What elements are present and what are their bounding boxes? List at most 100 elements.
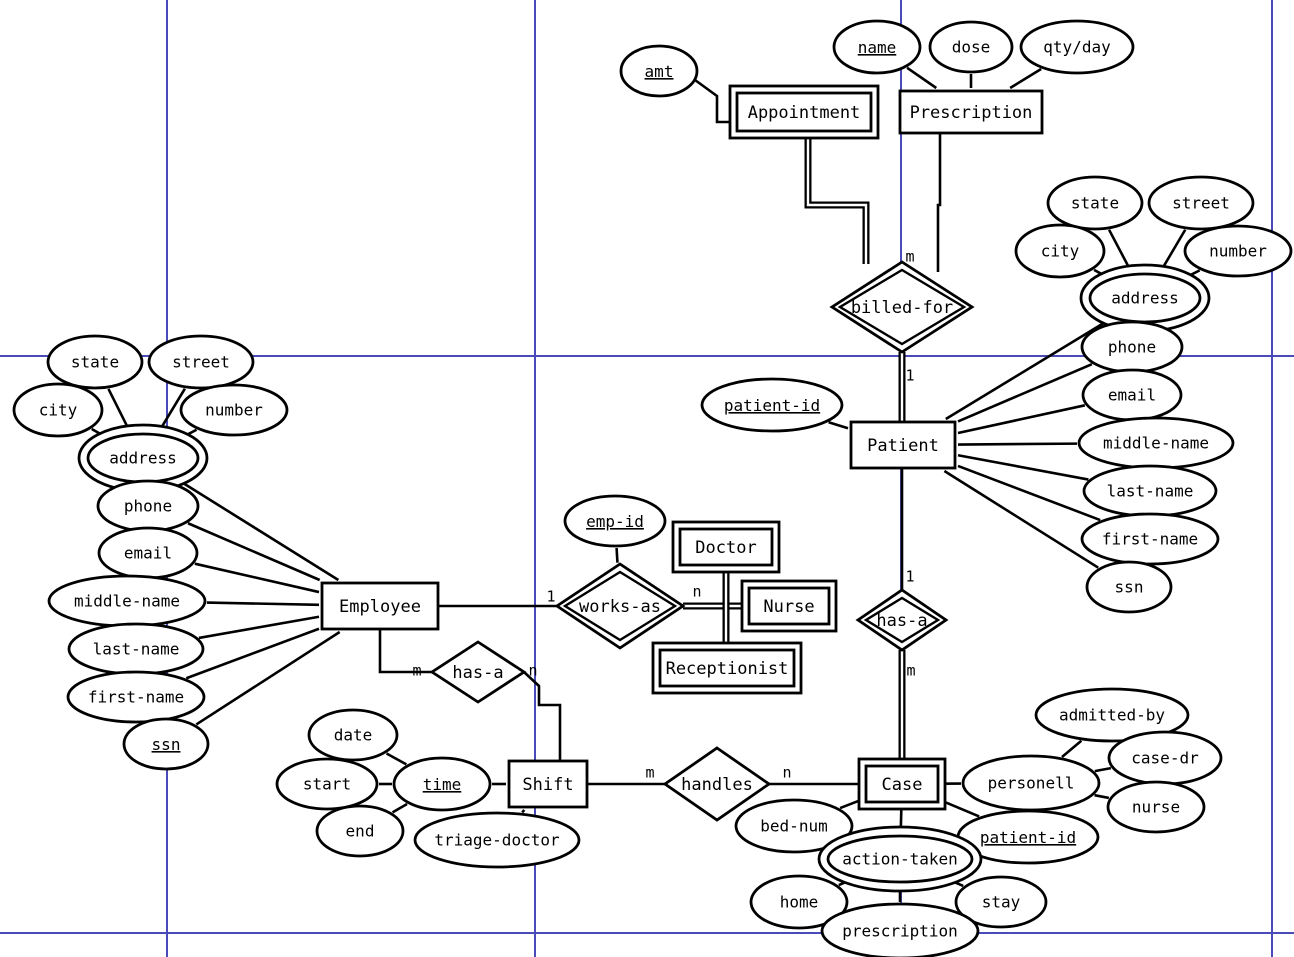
cardinality-has-a-to-shift: n — [528, 662, 537, 680]
label-s-date: date — [334, 726, 373, 745]
er-diagram-svg: billed-forworks-ashas-ahas-ahandlesamtna… — [0, 0, 1294, 957]
attribute-e-ssn[interactable]: ssn — [122, 717, 210, 771]
cardinality-patient-to-has-a: 1 — [905, 568, 914, 586]
attribute-dose[interactable]: dose — [928, 20, 1014, 74]
entity-prescription_e[interactable]: Prescription — [898, 89, 1044, 135]
edge-c-case-dr-to-c-personell — [1094, 766, 1112, 773]
entity-nurse[interactable]: Nurse — [740, 579, 838, 633]
attribute-qty-day[interactable]: qty/day — [1019, 19, 1135, 75]
edge-has-a-to-shift — [523, 671, 562, 761]
entity-patient[interactable]: Patient — [849, 420, 957, 470]
edge-c-nurse-to-c-personell — [1094, 793, 1110, 800]
attribute-s-time[interactable]: time — [392, 756, 492, 812]
edge-emp-id-to-works-as — [615, 547, 619, 563]
label-has-a-patient-case: has-a — [876, 611, 927, 631]
attribute-e-last-name[interactable]: last-name — [67, 622, 205, 676]
label-p-first-name: first-name — [1102, 530, 1198, 549]
edge-p-phone-to-patient — [957, 362, 1093, 423]
attribute-e-middle-name[interactable]: middle-name — [47, 574, 207, 628]
relationship-works-as[interactable]: works-as — [554, 562, 686, 650]
relationship-billed-for[interactable]: billed-for — [829, 260, 975, 354]
relationship-has-a-emp-shift[interactable]: has-a — [429, 640, 527, 704]
label-e-street: street — [172, 353, 230, 372]
label-case: Case — [882, 775, 923, 795]
attribute-s-triage-doctor[interactable]: triage-doctor — [413, 811, 581, 869]
attribute-rx-name[interactable]: name — [832, 19, 922, 75]
attribute-p-state[interactable]: state — [1046, 175, 1144, 231]
attribute-p-middle-name[interactable]: middle-name — [1077, 416, 1235, 470]
relationship-has-a-patient-case[interactable]: has-a — [855, 588, 949, 652]
attribute-amt[interactable]: amt — [619, 44, 699, 98]
label-p-ssn: ssn — [1115, 578, 1144, 597]
label-c-prescription: prescription — [842, 922, 958, 941]
attribute-p-email[interactable]: email — [1081, 368, 1183, 422]
edge-e-phone-to-employee — [187, 522, 321, 582]
label-c-case-dr: case-dr — [1131, 749, 1199, 768]
entity-shift[interactable]: Shift — [507, 759, 589, 809]
cardinality-has-a-to-case: m — [906, 662, 915, 680]
attribute-c-nurse[interactable]: nurse — [1106, 780, 1206, 834]
label-e-email: email — [124, 544, 172, 563]
entity-receptionist[interactable]: Receptionist — [651, 641, 803, 695]
label-c-bed-num: bed-num — [760, 817, 827, 836]
attribute-p-phone[interactable]: phone — [1080, 320, 1184, 374]
edge-employee-to-has-a-shift — [378, 629, 432, 674]
label-receptionist: Receptionist — [666, 659, 789, 679]
attribute-p-number[interactable]: number — [1183, 224, 1293, 278]
attribute-e-city[interactable]: city — [12, 382, 104, 438]
label-p-email: email — [1108, 386, 1156, 405]
attribute-p-first-name[interactable]: first-name — [1080, 512, 1220, 566]
edge-c-admitted-by-to-c-personell — [1061, 739, 1083, 758]
edge-e-middle-name-to-employee — [206, 601, 320, 607]
label-s-start: start — [303, 775, 351, 794]
label-works-as: works-as — [579, 597, 661, 617]
cardinality-billed-for-to-patient: 1 — [905, 367, 914, 385]
label-e-ssn: ssn — [152, 735, 181, 754]
attribute-c-action-taken[interactable]: action-taken — [817, 825, 983, 893]
label-c-action-taken: action-taken — [842, 850, 958, 869]
attribute-e-first-name[interactable]: first-name — [66, 670, 206, 724]
label-p-middle-name: middle-name — [1103, 434, 1209, 453]
attribute-p-ssn[interactable]: ssn — [1085, 560, 1173, 614]
entity-case[interactable]: Case — [857, 757, 947, 811]
attribute-c-prescription[interactable]: prescription — [820, 902, 980, 957]
attribute-s-date[interactable]: date — [307, 708, 399, 762]
shape-layer: billed-forworks-ashas-ahas-ahandlesamtna… — [12, 19, 1293, 957]
label-p-address: address — [1111, 289, 1178, 308]
label-appointment: Appointment — [748, 103, 861, 123]
label-dose: dose — [952, 38, 991, 57]
attribute-emp-id[interactable]: emp-id — [563, 494, 667, 548]
label-e-middle-name: middle-name — [74, 592, 180, 611]
attribute-p-address[interactable]: address — [1079, 263, 1211, 333]
attribute-e-number[interactable]: number — [179, 383, 289, 437]
entity-doctor[interactable]: Doctor — [671, 520, 781, 574]
label-amt: amt — [645, 62, 674, 81]
attribute-e-email[interactable]: email — [97, 526, 199, 580]
attribute-e-state[interactable]: state — [46, 334, 144, 390]
cardinality-handles-to-case: n — [782, 764, 791, 782]
edge-appointment-to-billed-for-outer — [804, 131, 870, 264]
er-diagram-canvas: billed-for works-as has-a has-a handles amt na… — [0, 0, 1294, 957]
label-p-street: street — [1172, 194, 1230, 213]
cardinality-works-as-to-roles: n — [692, 583, 701, 601]
attribute-e-street[interactable]: street — [147, 334, 255, 390]
attribute-e-phone[interactable]: phone — [96, 479, 200, 533]
label-patient: Patient — [867, 436, 939, 456]
attribute-p-street[interactable]: street — [1147, 175, 1255, 231]
label-prescription_e: Prescription — [910, 103, 1033, 123]
attribute-c-case-dr[interactable]: case-dr — [1107, 730, 1223, 786]
entity-appointment[interactable]: Appointment — [728, 84, 880, 140]
label-s-triage-doctor: triage-doctor — [434, 831, 560, 850]
edge-e-ssn-to-employee — [195, 630, 341, 726]
attribute-p-last-name[interactable]: last-name — [1082, 464, 1218, 518]
attribute-s-end[interactable]: end — [315, 804, 405, 858]
entity-employee[interactable]: Employee — [320, 581, 440, 631]
attribute-p-patient-id[interactable]: patient-id — [700, 377, 844, 433]
label-e-number: number — [205, 401, 263, 420]
attribute-c-personell[interactable]: personell — [961, 754, 1101, 812]
attribute-p-city[interactable]: city — [1014, 223, 1106, 279]
label-c-admitted-by: admitted-by — [1059, 706, 1165, 725]
attribute-s-start[interactable]: start — [275, 757, 379, 811]
label-c-patient-id: patient-id — [980, 828, 1076, 847]
edge-s-date-to-s-time — [385, 752, 407, 766]
